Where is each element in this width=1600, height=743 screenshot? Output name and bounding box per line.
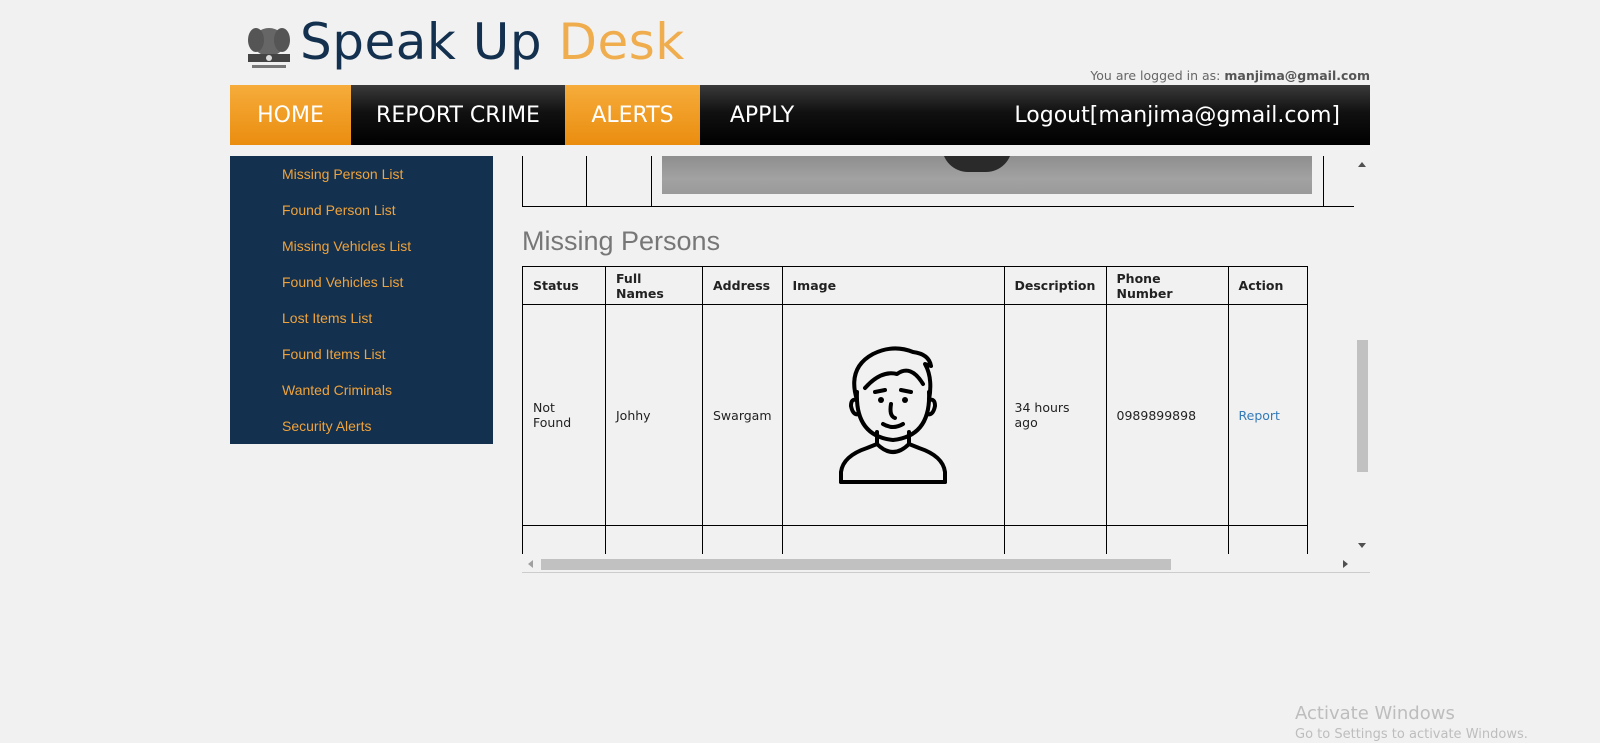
watermark-line1: Activate Windows: [1295, 703, 1455, 724]
sidebar-item-found-items-list[interactable]: Found Items List: [230, 336, 493, 372]
national-emblem-icon: [248, 28, 290, 68]
vehicle-photo: [662, 156, 1312, 194]
section-title: Missing Persons: [522, 226, 721, 256]
sidebar-item-found-person-list[interactable]: Found Person List: [230, 192, 493, 228]
nav-alerts[interactable]: ALERTS: [565, 85, 700, 145]
sidebar: Missing Person List Found Person List Mi…: [230, 156, 493, 444]
column-header-image: Image: [781, 266, 1005, 305]
emblem-logo: [238, 20, 300, 76]
watermark-line2: Go to Settings to activate Windows.: [1295, 727, 1528, 742]
column-header-status: Status: [522, 266, 606, 305]
table-cell-divider: [522, 156, 523, 206]
cell-image: [781, 304, 1005, 526]
login-status: You are logged in as: manjima@gmail.com: [1090, 68, 1370, 83]
table-row: [522, 525, 1308, 554]
column-header-address: Address: [702, 266, 783, 305]
site-title: Speak Up Desk: [300, 12, 685, 72]
column-header-description: Description: [1003, 266, 1107, 305]
vertical-scrollbar[interactable]: [1354, 156, 1370, 554]
horizontal-scrollbar[interactable]: [522, 554, 1354, 572]
cell-full-name: Johhy: [605, 304, 703, 526]
vertical-scroll-thumb[interactable]: [1357, 340, 1368, 472]
cell-description: 34 hours ago: [1003, 304, 1107, 526]
scroll-left-arrow-icon[interactable]: [528, 560, 533, 568]
missing-persons-table: Status Full Names Address Image Descript…: [522, 266, 1308, 554]
cell-phone: 0989899898: [1105, 304, 1229, 526]
login-status-prefix: You are logged in as:: [1090, 68, 1221, 83]
site-title-part2: Desk: [558, 13, 685, 71]
cell-action: Report: [1227, 304, 1308, 526]
previous-table-fragment: [522, 156, 1354, 207]
table-header-row: Status Full Names Address Image Descript…: [522, 266, 1308, 305]
scroll-down-arrow-icon[interactable]: [1358, 543, 1366, 548]
activate-windows-watermark: Activate Windows Go to Settings to activ…: [1295, 703, 1528, 743]
column-header-full-names: Full Names: [605, 266, 703, 305]
main-nav: HOME REPORT CRIME ALERTS APPLY Logout[ma…: [230, 85, 1370, 145]
nav-apply[interactable]: APPLY: [700, 85, 824, 145]
nav-report-crime[interactable]: REPORT CRIME: [351, 85, 565, 145]
sidebar-item-security-alerts[interactable]: Security Alerts: [230, 408, 493, 444]
login-status-user: manjima@gmail.com: [1224, 68, 1370, 83]
cell-address: Swargam: [702, 304, 783, 526]
table-cell-divider: [1323, 156, 1324, 206]
person-avatar-icon: [839, 346, 948, 484]
content-area: Missing Persons Status Full Names Addres…: [522, 156, 1354, 554]
sidebar-item-found-vehicles-list[interactable]: Found Vehicles List: [230, 264, 493, 300]
column-header-action: Action: [1227, 266, 1308, 305]
nav-home[interactable]: HOME: [230, 85, 351, 145]
table-row: Not Found Johhy Swargam 34 hours ago 098…: [522, 304, 1308, 526]
content-scroll-pane[interactable]: Missing Persons Status Full Names Addres…: [522, 156, 1370, 573]
scroll-up-arrow-icon[interactable]: [1358, 162, 1366, 167]
table-cell-divider: [586, 156, 587, 206]
report-link[interactable]: Report: [1239, 408, 1280, 423]
cell-status: Not Found: [522, 304, 606, 526]
column-header-phone-number: Phone Number: [1105, 266, 1229, 305]
horizontal-scroll-thumb[interactable]: [541, 559, 1171, 570]
sidebar-item-wanted-criminals[interactable]: Wanted Criminals: [230, 372, 493, 408]
nav-logout[interactable]: Logout[manjima@gmail.com]: [1014, 85, 1370, 145]
sidebar-item-missing-vehicles-list[interactable]: Missing Vehicles List: [230, 228, 493, 264]
scroll-right-arrow-icon[interactable]: [1343, 560, 1348, 568]
sidebar-item-lost-items-list[interactable]: Lost Items List: [230, 300, 493, 336]
site-title-part1: Speak Up: [300, 13, 543, 71]
table-cell-divider: [651, 156, 652, 206]
sidebar-item-missing-person-list[interactable]: Missing Person List: [230, 156, 493, 192]
